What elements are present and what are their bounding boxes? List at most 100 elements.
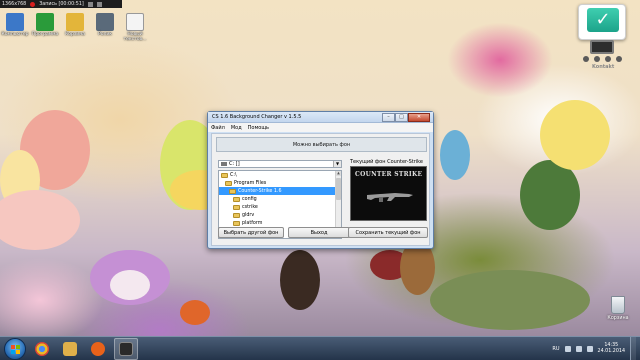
desktop-wallpaper: 1366x768 Запись [00:00:51] Компьютер Про… — [0, 0, 640, 336]
folder-label: platform — [242, 220, 263, 226]
folder-icon — [66, 13, 84, 31]
status-message: Можно выбирать фон — [216, 137, 427, 152]
bandicam-icon — [119, 341, 133, 356]
desktop-icon-label: Компьютер — [1, 32, 29, 37]
minimize-button[interactable]: – — [382, 112, 395, 122]
record-status-text: Запись [00:00:51] — [39, 1, 84, 7]
wallpaper-blob — [0, 190, 80, 250]
title-bar[interactable]: CS 1.6 Background Changer v 1.5.5 – □ ✕ — [208, 112, 433, 123]
folder-item[interactable]: cstrike — [219, 203, 341, 211]
chrome-icon — [35, 341, 49, 356]
folder-item-selected[interactable]: Counter-Strike 1.6 — [219, 187, 341, 195]
chevron-down-icon[interactable]: ▼ — [333, 161, 341, 167]
menu-mod[interactable]: Мод — [231, 125, 242, 131]
rifle-icon — [367, 193, 413, 202]
folder-item[interactable]: Program Files — [219, 179, 341, 187]
background-preview: COUNTER STRIKE — [350, 166, 427, 221]
wallpaper-blob — [180, 300, 210, 325]
program-icon — [36, 13, 54, 31]
desktop-icon-label: Новый текстов... — [123, 32, 147, 42]
desktop-icon-program[interactable]: Программа — [30, 8, 60, 46]
recording-bar: 1366x768 Запись [00:00:51] — [0, 0, 122, 8]
taskbar-item-bandicam[interactable] — [114, 337, 138, 360]
desktop-icon-label: Корзина — [65, 32, 85, 37]
taskbar-item-explorer[interactable] — [58, 338, 82, 360]
checkmark-icon: ✓ — [587, 8, 619, 32]
exit-button[interactable]: Выход — [288, 227, 350, 238]
desktop-icon-computer[interactable]: Компьютер — [0, 8, 30, 46]
text-file-icon — [126, 13, 144, 31]
desktop-icon-label: Программа — [31, 32, 59, 37]
folder-open-icon — [225, 180, 232, 186]
folder-label: cstrike — [242, 204, 258, 210]
volume-icon[interactable] — [586, 346, 593, 352]
folder-item[interactable]: gldrv — [219, 211, 341, 219]
folder-item[interactable]: C:\ — [219, 171, 341, 179]
wallpaper-blob — [540, 100, 610, 170]
desktop-icon-recycle-bin[interactable]: Корзина — [601, 296, 635, 332]
preview-logo: COUNTER STRIKE — [355, 171, 423, 178]
drive-select[interactable]: C: [] ▼ — [218, 160, 342, 168]
computer-icon — [6, 13, 24, 31]
desktop-gadget[interactable]: ✓ — [578, 4, 626, 40]
background-changer-window: CS 1.6 Background Changer v 1.5.5 – □ ✕ … — [207, 111, 434, 249]
window-title: CS 1.6 Background Changer v 1.5.5 — [212, 114, 302, 120]
save-background-button[interactable]: Сохранить текущий фон — [348, 227, 428, 238]
desktop-icon-video[interactable]: Ролик — [90, 8, 120, 46]
network-icon[interactable] — [575, 346, 582, 352]
folder-icon — [233, 204, 240, 210]
taskbar-item-media-player[interactable] — [86, 338, 110, 360]
clock-date: 24.01.2014 — [597, 349, 625, 354]
gadget-dot-icon[interactable] — [593, 56, 600, 62]
tray-arrow-icon[interactable] — [564, 346, 571, 352]
taskbar-item-chrome[interactable] — [30, 338, 54, 360]
folder-label: gldrv — [242, 212, 255, 218]
taskbar: RU 14:35 24.01.2014 — [0, 336, 640, 360]
window-controls: – □ ✕ — [382, 112, 430, 122]
folder-label: C:\ — [230, 172, 237, 178]
system-tray: RU 14:35 24.01.2014 — [552, 337, 640, 360]
preview-label: Текущий фон Counter-Strike — [350, 159, 423, 165]
scroll-thumb[interactable] — [336, 178, 341, 200]
scroll-up-icon[interactable]: ▲ — [336, 171, 341, 176]
explorer-icon — [63, 341, 77, 356]
clock[interactable]: 14:35 24.01.2014 — [598, 343, 625, 355]
menu-file[interactable]: Файл — [211, 125, 225, 131]
desktop-icon-folder[interactable]: Корзина — [60, 8, 90, 46]
pause-icon[interactable] — [87, 1, 93, 7]
recycle-bin-icon — [611, 296, 625, 314]
folder-open-icon — [221, 172, 228, 178]
camera-icon[interactable] — [96, 1, 102, 7]
menu-bar: Файл Мод Помощь — [208, 123, 433, 132]
drive-icon — [221, 162, 227, 166]
monitor-icon — [590, 40, 614, 54]
gadget-dot-icon[interactable] — [604, 56, 611, 62]
language-indicator[interactable]: RU — [552, 346, 559, 352]
folder-item[interactable]: platform — [219, 219, 341, 227]
wallpaper-blob — [520, 160, 580, 230]
choose-background-button[interactable]: Выбрать другой фон — [218, 227, 284, 238]
folder-label: Counter-Strike 1.6 — [238, 188, 282, 194]
wallpaper-blob — [440, 130, 470, 180]
folder-icon — [233, 220, 240, 226]
windows-logo-icon — [11, 344, 20, 354]
close-button[interactable]: ✕ — [408, 112, 430, 122]
folder-open-icon — [229, 188, 236, 194]
folder-item[interactable]: config — [219, 195, 341, 203]
gadget-monitor — [580, 40, 624, 64]
gadget-dot-icon[interactable] — [615, 56, 622, 62]
desktop-icon-label: Ролик — [98, 32, 112, 37]
desktop-icon-text-file[interactable]: Новый текстов... — [120, 8, 150, 46]
wallpaper-blob — [280, 250, 320, 310]
show-desktop-button[interactable] — [630, 337, 636, 360]
gadget-dot-icon[interactable] — [582, 56, 589, 62]
start-button[interactable] — [4, 337, 26, 360]
wallpaper-blob — [430, 270, 590, 330]
maximize-button[interactable]: □ — [395, 112, 408, 122]
resolution-text: 1366x768 — [2, 1, 27, 7]
record-icon — [30, 1, 36, 7]
video-icon — [96, 13, 114, 31]
folder-label: config — [242, 196, 257, 202]
menu-help[interactable]: Помощь — [248, 125, 269, 131]
folder-icon — [233, 196, 240, 202]
